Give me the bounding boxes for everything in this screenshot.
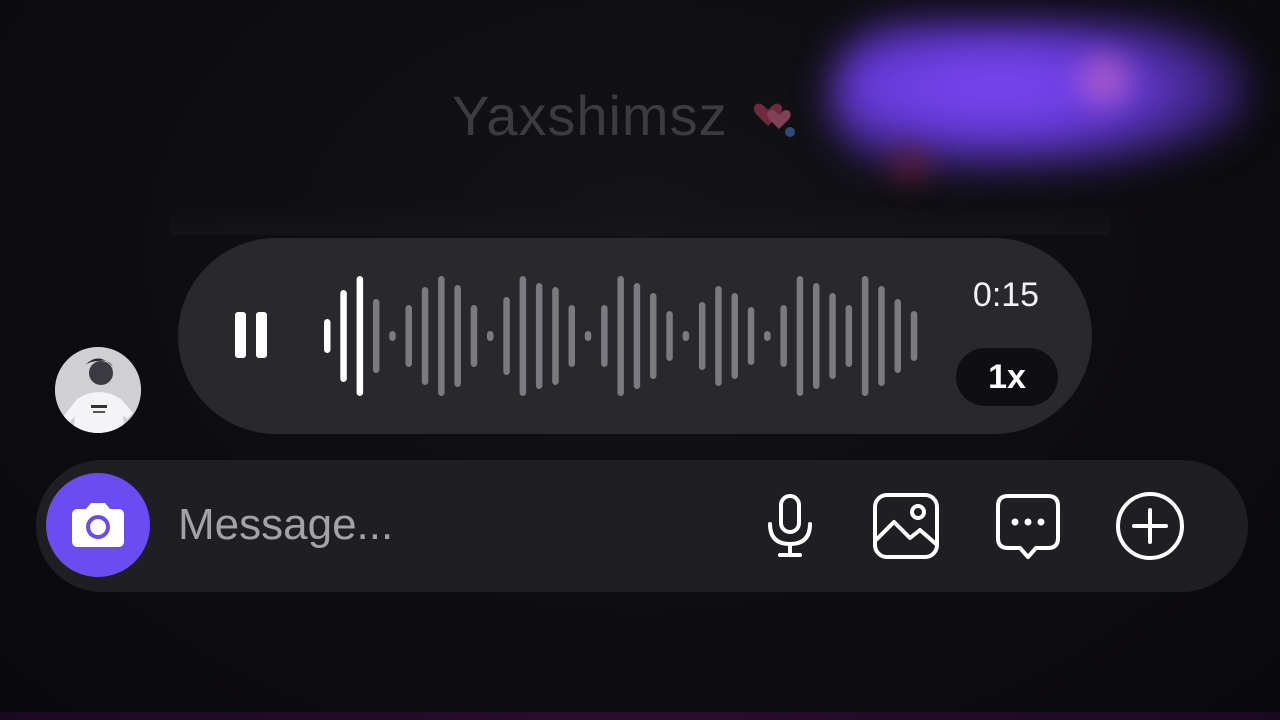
waveform-bar (584, 331, 592, 341)
voice-record-button[interactable] (752, 488, 828, 564)
waveform-bar (813, 283, 820, 389)
waveform-bar (389, 331, 396, 341)
gallery-button[interactable] (868, 488, 944, 564)
waveform-bar (715, 286, 722, 386)
waveform-bar (894, 299, 901, 373)
sticker-button[interactable] (990, 488, 1066, 564)
camera-button[interactable] (46, 473, 150, 577)
avatar[interactable] (55, 347, 141, 433)
waveform-bar (633, 283, 641, 389)
chat-screen: Yaxshimsz 0:15 1x (0, 0, 1280, 720)
pause-icon (235, 312, 246, 358)
plus-circle-icon (1116, 492, 1184, 560)
waveform-bar (601, 305, 608, 367)
voice-duration: 0:15 (972, 276, 1040, 314)
waveform-bar (552, 287, 559, 385)
pause-button[interactable] (228, 303, 274, 367)
waveform-bar (698, 302, 706, 370)
waveform-bar (535, 283, 543, 389)
waveform-bar (487, 331, 494, 341)
waveform-bar (454, 285, 461, 387)
waveform-bar (470, 305, 478, 367)
waveform-bar (747, 307, 755, 365)
playback-speed-button[interactable]: 1x (956, 348, 1058, 406)
waveform-bar (372, 299, 380, 373)
waveform-bar (438, 276, 445, 396)
waveform-bar (845, 305, 853, 367)
waveform-bar (568, 305, 575, 367)
waveform-bar (356, 276, 364, 396)
message-separator (170, 205, 1110, 235)
image-icon (873, 493, 939, 559)
waveform-bar (340, 290, 347, 382)
bottom-edge (0, 712, 1280, 720)
waveform-bar (421, 287, 429, 385)
camera-icon (72, 503, 124, 547)
message-input[interactable] (178, 490, 718, 560)
waveform-bar (829, 293, 836, 379)
waveform-bar (324, 319, 331, 353)
waveform-bar (503, 297, 510, 375)
waveform-bar (910, 311, 918, 361)
waveform-bar (731, 293, 738, 379)
blur-overlay-shadow (870, 140, 950, 190)
waveform-bar (650, 293, 657, 379)
previous-message-text: Yaxshimsz (452, 83, 728, 147)
sticker-chat-icon (996, 494, 1060, 559)
previous-message: Yaxshimsz (452, 80, 800, 150)
microphone-icon (768, 494, 812, 557)
waveform-bar (682, 331, 690, 341)
waveform-bar (878, 286, 885, 386)
waveform-bar (861, 276, 869, 396)
waveform-bar (405, 305, 412, 367)
blur-overlay-highlight (1060, 45, 1150, 115)
waveform-bar (666, 311, 673, 361)
more-options-button[interactable] (1112, 488, 1188, 564)
waveform-bar (764, 331, 771, 341)
waveform-bar (519, 276, 527, 396)
waveform-bar (617, 276, 624, 396)
heart-icon (750, 90, 800, 140)
waveform-bar (780, 305, 787, 367)
pause-icon-bar (256, 312, 267, 358)
audio-waveform[interactable] (320, 268, 930, 404)
waveform-bar (796, 276, 804, 396)
